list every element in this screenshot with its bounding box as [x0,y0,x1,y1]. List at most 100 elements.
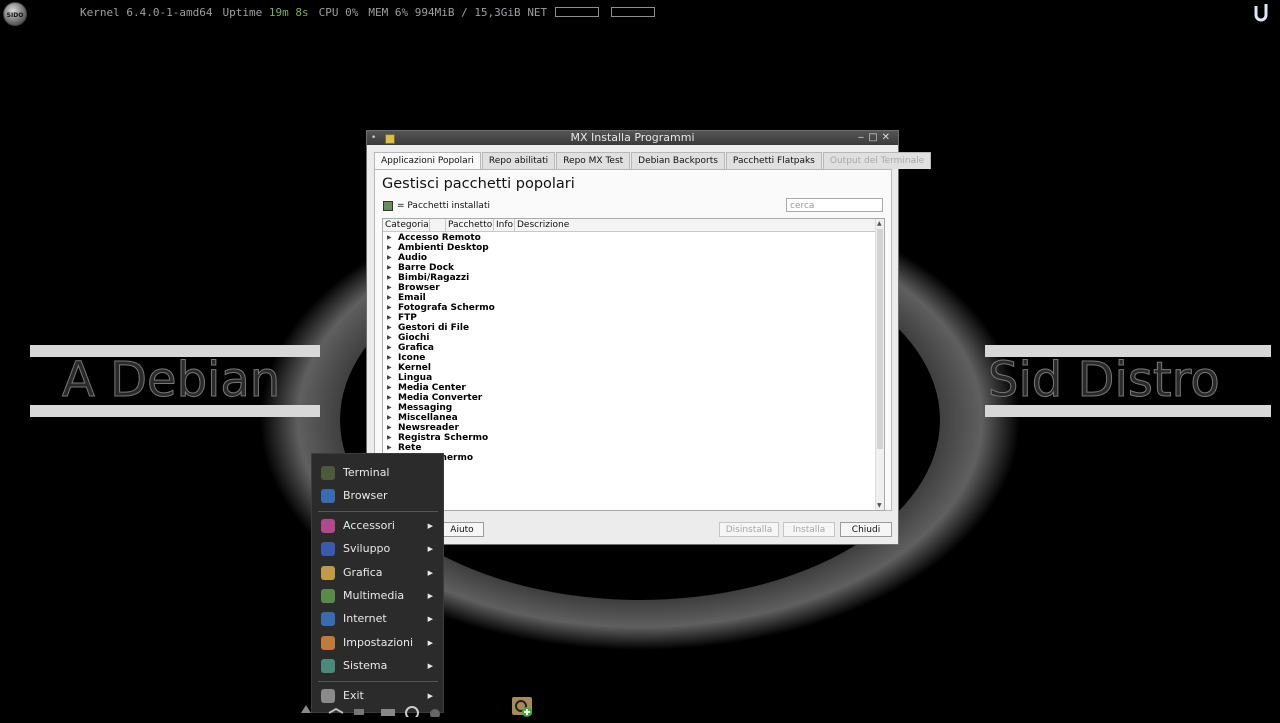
menu-item-label: Internet [343,612,387,625]
menu-item-terminal[interactable]: Terminal [312,462,443,484]
column-description[interactable]: Descrizione [515,219,884,231]
category-row[interactable]: ▶ Grafica [383,343,884,353]
expand-arrow-icon[interactable]: ▶ [387,363,398,373]
category-row[interactable]: ▶ Fotografa Schermo [383,303,884,313]
taskbar-app-icon[interactable] [300,697,312,717]
package-tree[interactable]: Categoria Pacchetto Info Descrizione ▶ Ac… [382,218,885,511]
category-row[interactable]: ▶ Rete [383,443,884,453]
menu-item-multimedia[interactable]: Multimedia ▶ [312,585,443,607]
menu-item-browser[interactable]: Browser [312,485,443,507]
category-label: Media Converter [398,393,483,403]
net-down-bar [555,7,600,17]
expand-arrow-icon[interactable]: ▶ [387,343,398,353]
category-row[interactable]: ▶ Giochi [383,333,884,343]
expand-arrow-icon[interactable]: ▶ [387,353,398,363]
menu-item-sistema[interactable]: Sistema ▶ [312,655,443,677]
taskbar-app-icon[interactable] [378,697,398,717]
tree-header: Categoria Pacchetto Info Descrizione [383,219,884,232]
column-package[interactable]: Pacchetto [446,219,494,231]
category-row[interactable]: ▶ Media Center [383,383,884,393]
category-row[interactable]: ▶ Kernel [383,363,884,373]
taskbar-app-icon[interactable] [352,697,366,717]
menu-item-label: Browser [343,489,388,502]
menu-item-accessori[interactable]: Accessori ▶ [312,515,443,537]
expand-arrow-icon[interactable]: ▶ [387,423,398,433]
column-category[interactable]: Categoria [383,219,430,231]
close-button[interactable]: Chiudi [840,522,892,537]
expand-arrow-icon[interactable]: ▶ [387,443,398,453]
category-row[interactable]: ▶ Lingua [383,373,884,383]
category-row[interactable]: ▶ Accesso Remoto [383,233,884,243]
popular-apps-panel: Gestisci pacchetti popolari = Pacchetti … [374,169,892,511]
expand-arrow-icon[interactable]: ▶ [387,283,398,293]
menu-item-label: Accessori [343,519,395,532]
app-icon [385,134,395,144]
expand-arrow-icon[interactable]: ▶ [387,253,398,263]
expand-arrow-icon[interactable]: ▶ [387,313,398,323]
wallpaper-text-left: A Debian [61,352,281,409]
column-info[interactable]: Info [494,219,515,231]
tab-debian-backports[interactable]: Debian Backports [631,152,725,169]
distro-logo-icon[interactable]: SIDO [3,2,27,26]
column-check[interactable] [430,219,446,231]
search-input[interactable]: cerca [786,198,883,212]
category-row[interactable]: ▶ Browser [383,283,884,293]
category-row[interactable]: ▶ Barre Dock [383,263,884,273]
category-row[interactable]: ▶ Email [383,293,884,303]
category-row[interactable]: ▶ Messaging [383,403,884,413]
expand-arrow-icon[interactable]: ▶ [387,403,398,413]
expand-arrow-icon[interactable]: ▶ [387,433,398,443]
tab-enabled-repos[interactable]: Repo abilitati [481,152,556,169]
expand-arrow-icon[interactable]: ▶ [387,323,398,333]
category-row[interactable]: ▶ Media Converter [383,393,884,403]
taskbar-app-icon[interactable] [402,697,422,720]
window-menu-icon[interactable]: • [371,131,376,145]
submenu-arrow-icon: ▶ [427,615,433,623]
expand-arrow-icon[interactable]: ▶ [387,373,398,383]
category-row[interactable]: ▶ Icone [383,353,884,363]
tree-scrollbar[interactable]: ▲ ▼ [875,219,884,510]
expand-arrow-icon[interactable]: ▶ [387,243,398,253]
expand-arrow-icon[interactable]: ▶ [387,413,398,423]
taskbar-app-icon[interactable] [426,697,444,719]
menu-item-impostazioni[interactable]: Impostazioni ▶ [312,632,443,654]
category-row[interactable]: ▶ Miscellanea [383,413,884,423]
menu-item-internet[interactable]: Internet ▶ [312,608,443,630]
scroll-up-icon[interactable]: ▲ [877,220,882,227]
power-logo-icon[interactable] [1250,2,1272,24]
tab-flatpaks[interactable]: Pacchetti Flatpaks [725,152,822,169]
menu-item-grafica[interactable]: Grafica ▶ [312,562,443,584]
expand-arrow-icon[interactable]: ▶ [387,263,398,273]
expand-arrow-icon[interactable]: ▶ [387,383,398,393]
help-button[interactable]: Aiuto [440,522,484,537]
category-row[interactable]: ▶ Audio [383,253,884,263]
window-titlebar[interactable]: • MX Installa Programmi ‒□✕ [367,131,898,145]
category-row[interactable]: ▶ Bimbi/Ragazzi [383,273,884,283]
category-label: Ambienti Desktop [398,243,489,253]
category-row[interactable]: ▶ Ambienti Desktop [383,243,884,253]
tab-mx-test-repo[interactable]: Repo MX Test [556,152,631,169]
category-label: Accesso Remoto [398,233,481,243]
expand-arrow-icon[interactable]: ▶ [387,333,398,343]
package-installer-taskbar-icon[interactable] [512,697,532,717]
expand-arrow-icon[interactable]: ▶ [387,303,398,313]
scroll-down-icon[interactable]: ▼ [877,502,882,509]
category-row[interactable]: ▶ Newsreader [383,423,884,433]
category-label: Gestori di File [398,323,470,333]
menu-item-sviluppo[interactable]: Sviluppo ▶ [312,538,443,560]
category-row[interactable]: ▶ Registra Schermo [383,433,884,443]
tab-popular-apps[interactable]: Applicazioni Popolari [374,152,481,170]
expand-arrow-icon[interactable]: ▶ [387,393,398,403]
menu-item-label: Grafica [343,566,383,579]
category-row[interactable]: ▶Salva Schermo [383,453,884,463]
scroll-thumb[interactable] [877,229,883,449]
category-row[interactable]: ▶ Gestori di File [383,323,884,333]
category-label: Registra Schermo [398,433,489,443]
expand-arrow-icon[interactable]: ▶ [387,233,398,243]
expand-arrow-icon[interactable]: ▶ [387,273,398,283]
category-label: Email [398,293,426,303]
expand-arrow-icon[interactable]: ▶ [387,293,398,303]
window-controls[interactable]: ‒□✕ [858,131,894,145]
taskbar-app-icon[interactable] [326,697,346,717]
category-row[interactable]: ▶ FTP [383,313,884,323]
